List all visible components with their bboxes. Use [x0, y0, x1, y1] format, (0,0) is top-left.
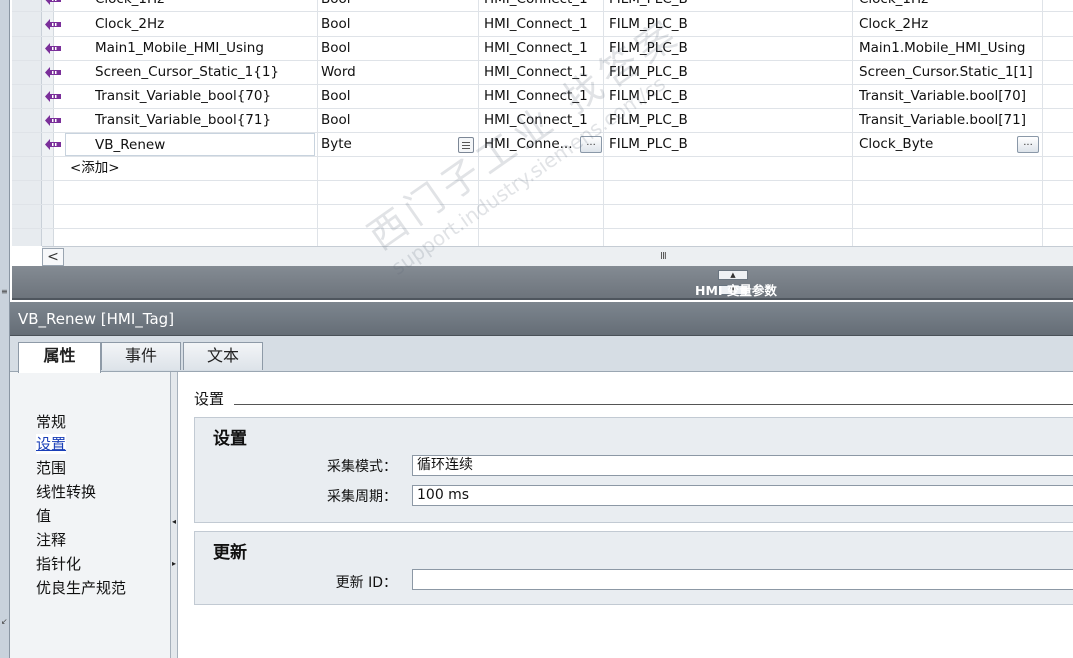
tag-datatype[interactable]: Byte: [321, 133, 352, 156]
tag-plc-tag[interactable]: Clock_2Hz: [859, 13, 928, 36]
hmi-tag-icon: [45, 115, 61, 126]
table-row[interactable]: Transit_Variable_bool{70} Bool HMI_Conne…: [12, 85, 1073, 109]
tag-plc-name[interactable]: FILM_PLC_B: [609, 61, 688, 84]
tag-plc-tag[interactable]: Transit_Variable.bool[71]: [859, 109, 1026, 132]
tag-connection[interactable]: HMI_Connect_1: [484, 85, 588, 108]
scroll-grip-icon[interactable]: III: [660, 251, 667, 262]
tag-plc-name[interactable]: FILM_PLC_B: [609, 133, 688, 156]
acquisition-cycle-label: 采集周期：: [327, 489, 397, 505]
expand-mark-icon[interactable]: ↙: [1, 618, 8, 626]
nav-item-range[interactable]: 范围: [36, 458, 66, 478]
tag-name[interactable]: Transit_Variable_bool{71}: [95, 109, 271, 132]
group-update-title: 更新: [213, 543, 247, 563]
nav-item-linear-scaling[interactable]: 线性转换: [36, 482, 96, 502]
nav-item-general[interactable]: 常规: [36, 412, 66, 432]
section-divider: [234, 404, 1073, 405]
horizontal-scrollbar[interactable]: < III: [42, 246, 1073, 266]
tag-connection[interactable]: HMI_Connect_1: [484, 109, 588, 132]
tag-connection[interactable]: HMI_Conne...: [484, 133, 573, 156]
nav-item-values[interactable]: 值: [36, 506, 51, 526]
table-row-empty[interactable]: [12, 205, 1073, 229]
tag-name[interactable]: Clock_2Hz: [95, 13, 164, 36]
hmi-tag-icon: [45, 67, 61, 78]
property-content: 设置 设置 采集模式： 循环连续 采集周期： 100 ms 更新 更新 ID：: [178, 372, 1073, 658]
table-row-empty[interactable]: [12, 229, 1073, 246]
plc-tag-browse-button[interactable]: ...: [1017, 136, 1039, 153]
tag-datatype[interactable]: Bool: [321, 13, 351, 36]
tag-datatype[interactable]: Bool: [321, 37, 351, 60]
hmi-tag-icon: [45, 43, 61, 54]
hmi-tag-icon: [45, 139, 61, 150]
tag-plc-tag[interactable]: Transit_Variable.bool[70]: [859, 85, 1026, 108]
table-row[interactable]: Screen_Cursor_Static_1{1} Word HMI_Conne…: [12, 61, 1073, 85]
inspector-tabs: 属性 事件 文本: [10, 336, 1073, 373]
datatype-list-icon[interactable]: [458, 137, 474, 153]
tag-plc-name[interactable]: FILM_PLC_B: [609, 109, 688, 132]
tag-connection[interactable]: HMI_Connect_1: [484, 61, 588, 84]
nav-item-gmp[interactable]: 优良生产规范: [36, 578, 126, 598]
property-nav-list: 常规 设置 范围 线性转换 值 注释 指针化 优良生产规范: [10, 372, 170, 658]
tag-plc-name[interactable]: FILM_PLC_B: [609, 85, 688, 108]
tag-datatype[interactable]: Word: [321, 61, 356, 84]
tag-connection[interactable]: HMI_Connect_1: [484, 13, 588, 36]
hmi-tag-params-bar: ▲▼ HMI 变量参数: [12, 266, 1073, 300]
hmi-tag-icon: [45, 0, 61, 5]
acquisition-cycle-field[interactable]: 100 ms: [412, 485, 1073, 506]
connection-browse-button[interactable]: ...: [580, 136, 602, 153]
hmi-tag-icon: [45, 19, 61, 30]
tag-name-edit-cell[interactable]: VB_Renew: [65, 133, 315, 156]
tag-connection[interactable]: HMI_Connect_1: [484, 37, 588, 60]
tag-plc-name[interactable]: FILM_PLC_B: [609, 0, 688, 11]
nav-item-comment[interactable]: 注释: [36, 530, 66, 550]
update-id-label: 更新 ID：: [335, 575, 397, 591]
nav-splitter[interactable]: ◂ ▸: [170, 372, 178, 658]
acquisition-mode-field[interactable]: 循环连续: [412, 455, 1073, 476]
hmi-tag-icon: [45, 91, 61, 102]
tag-name[interactable]: Clock_1Hz: [95, 0, 164, 11]
tab-properties[interactable]: 属性: [18, 342, 101, 373]
nav-item-settings[interactable]: 设置: [36, 434, 67, 454]
table-row-add[interactable]: <添加>: [12, 157, 1073, 181]
tag-name[interactable]: Main1_Mobile_HMI_Using: [95, 37, 264, 60]
tag-name[interactable]: Screen_Cursor_Static_1{1}: [95, 61, 279, 84]
tag-name[interactable]: Transit_Variable_bool{70}: [95, 85, 271, 108]
inspector-title: VB_Renew [HMI_Tag]: [18, 310, 175, 328]
group-update: 更新 更新 ID：: [194, 531, 1073, 605]
table-row[interactable]: Clock_1Hz Bool HMI_Connect_1 FILM_PLC_B …: [12, 0, 1073, 12]
panel-resize-arrows[interactable]: ▲▼: [718, 266, 788, 295]
add-tag-label[interactable]: <添加>: [70, 157, 120, 180]
nav-item-pointer[interactable]: 指针化: [36, 554, 81, 574]
group-settings-title: 设置: [213, 429, 247, 449]
tab-texts[interactable]: 文本: [183, 342, 263, 370]
hmi-tag-table: Clock_1Hz Bool HMI_Connect_1 FILM_PLC_B …: [12, 0, 1073, 246]
tag-plc-tag[interactable]: Screen_Cursor.Static_1[1]: [859, 61, 1033, 84]
scroll-left-button[interactable]: <: [42, 248, 64, 266]
table-row[interactable]: Main1_Mobile_HMI_Using Bool HMI_Connect_…: [12, 37, 1073, 61]
tag-plc-name[interactable]: FILM_PLC_B: [609, 37, 688, 60]
tab-events[interactable]: 事件: [101, 342, 181, 370]
collapse-mark-icon[interactable]: ≡: [1, 288, 8, 296]
tag-plc-tag[interactable]: Clock_Byte: [859, 133, 933, 156]
tag-connection[interactable]: HMI_Connect_1: [484, 0, 588, 11]
hmi-tag-params-title: HMI 变量参数: [695, 283, 777, 298]
tag-datatype[interactable]: Bool: [321, 109, 351, 132]
tag-datatype[interactable]: Bool: [321, 85, 351, 108]
group-settings: 设置 采集模式： 循环连续 采集周期： 100 ms: [194, 417, 1073, 523]
left-edge-strip: ≡ ↙: [0, 0, 10, 658]
inspector-title-bar: VB_Renew [HMI_Tag]: [10, 302, 1073, 336]
tag-plc-tag[interactable]: Main1.Mobile_HMI_Using: [859, 37, 1025, 60]
tag-plc-name[interactable]: FILM_PLC_B: [609, 13, 688, 36]
tag-plc-tag[interactable]: Clock_1Hz: [859, 0, 928, 11]
collapse-up-icon[interactable]: ▲: [718, 270, 748, 280]
table-row-empty[interactable]: [12, 181, 1073, 205]
section-title: 设置: [194, 390, 225, 408]
update-id-field[interactable]: [412, 569, 1073, 590]
table-row[interactable]: Transit_Variable_bool{71} Bool HMI_Conne…: [12, 109, 1073, 133]
table-row-selected[interactable]: VB_Renew Byte HMI_Conne... ... FILM_PLC_…: [12, 133, 1073, 157]
table-row[interactable]: Clock_2Hz Bool HMI_Connect_1 FILM_PLC_B …: [12, 13, 1073, 37]
tag-datatype[interactable]: Bool: [321, 0, 351, 11]
expand-right-icon[interactable]: ▸: [172, 559, 176, 568]
collapse-left-icon[interactable]: ◂: [172, 517, 176, 526]
acquisition-mode-label: 采集模式：: [327, 459, 397, 475]
